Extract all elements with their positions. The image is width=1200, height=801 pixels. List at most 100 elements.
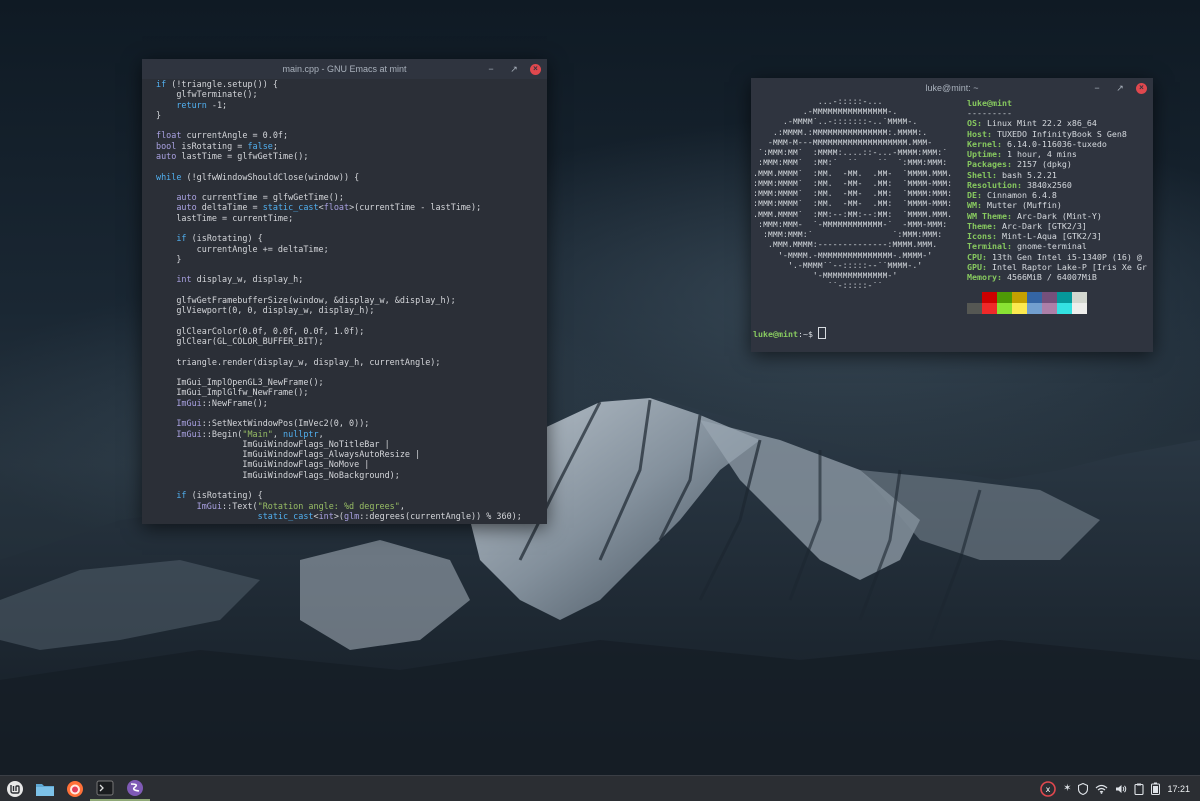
emacs-launcher[interactable] [120,776,150,801]
info-row: Resolution: 3840x2560 [967,180,1147,190]
prompt-user-host: luke@mint [753,328,798,339]
palette-swatch [1072,303,1087,315]
info-value: bash 5.2.21 [996,169,1057,180]
info-value: 1 hour, 4 mins [1001,149,1077,160]
info-row: Uptime: 1 hour, 4 mins [967,149,1147,159]
clipboard-icon[interactable] [1134,783,1145,795]
update-manager-icon[interactable]: x [1040,780,1056,797]
palette-swatch [997,303,1012,315]
terminal-window-title: luke@mint: ~ [925,83,979,93]
info-value: Cinnamon 6.4.8 [982,190,1057,201]
palette-swatch [1057,292,1072,304]
info-key: WM Theme: [967,210,1012,221]
info-value: 2157 (dpkg) [1011,159,1072,170]
info-key: CPU: [967,251,987,262]
info-key: Memory: [967,271,1002,282]
mint-menu-button[interactable] [0,776,30,801]
emacs-window[interactable]: main.cpp - GNU Emacs at mint − ↗ × if (!… [142,59,547,524]
info-value: Intel Raptor Lake-P [Iris Xe Gr [986,261,1147,272]
shell-prompt[interactable]: luke@mint:~$ [753,326,826,339]
info-key: OS: [967,118,982,129]
palette-swatch [1072,292,1087,304]
palette-swatch [982,292,997,304]
info-row: Kernel: 6.14.0-116036-tuxedo [967,139,1147,149]
emacs-icon [127,779,143,796]
palette-swatch [967,303,982,315]
close-button[interactable]: × [530,63,541,75]
info-row: GPU: Intel Raptor Lake-P [Iris Xe Gr [967,262,1147,272]
palette-swatch [1012,292,1027,304]
palette-swatch [1027,303,1042,315]
info-value: 3840x2560 [1021,179,1072,190]
info-row: CPU: 13th Gen Intel i5-1340P (16) @ [967,252,1147,262]
info-value: Linux Mint 22.2 x86_64 [982,118,1097,129]
info-row: Packages: 2157 (dpkg) [967,159,1147,169]
info-key: GPU: [967,261,987,272]
palette-swatch [1012,303,1027,315]
info-value: Arc-Dark [GTK2/3] [996,220,1087,231]
palette-swatch [1042,303,1057,315]
close-button[interactable]: × [1136,82,1147,94]
wifi-icon[interactable] [1095,784,1108,794]
info-value: 4566MiB / 64007MiB [1001,271,1097,282]
palette-swatch [1057,303,1072,315]
info-value: Mutter (Muffin) [982,200,1062,211]
info-key: Host: [967,128,992,139]
info-row: Shell: bash 5.2.21 [967,170,1147,180]
system-tray: x ✶ 17:21 [1040,776,1200,801]
info-key: Shell: [967,169,997,180]
maximize-button[interactable]: ↗ [1113,81,1127,95]
info-row: WM Theme: Arc-Dark (Mint-Y) [967,211,1147,221]
info-key: Terminal: [967,241,1012,252]
info-key: WM: [967,200,982,211]
info-row: Terminal: gnome-terminal [967,241,1147,251]
terminal-output[interactable]: ...-:::::-... .-MMMMMMMMMMMMMMM-. .-MMMM… [751,98,1153,352]
linux-mint-logo-icon [7,780,23,797]
emacs-editor-area[interactable]: if (!triangle.setup()) { glfwTerminate()… [142,79,547,524]
prompt-path: :~$ [797,328,818,339]
info-key: Theme: [967,220,997,231]
info-value: Arc-Dark (Mint-Y) [1011,210,1102,221]
folder-icon [36,783,54,796]
palette-swatch [967,292,982,304]
palette-swatch [1042,292,1057,304]
info-value: Mint-L-Aqua [GTK2/3] [996,231,1102,242]
terminal-icon [96,780,114,795]
info-key: Resolution: [967,179,1022,190]
info-row: Memory: 4566MiB / 64007MiB [967,272,1147,282]
bluetooth-icon[interactable]: ✶ [1063,783,1071,794]
info-row: Icons: Mint-L-Aqua [GTK2/3] [967,231,1147,241]
volume-icon[interactable] [1115,784,1127,794]
neofetch-separator: --------- [967,108,1012,119]
taskbar-panel: x ✶ 17:21 [0,775,1200,801]
info-row: OS: Linux Mint 22.2 x86_64 [967,118,1147,128]
info-value: TUXEDO InfinityBook S Gen8 [991,128,1127,139]
emacs-titlebar[interactable]: main.cpp - GNU Emacs at mint − ↗ × [142,59,547,79]
info-row: Host: TUXEDO InfinityBook S Gen8 [967,129,1147,139]
info-value: 13th Gen Intel i5-1340P (16) @ [986,251,1142,262]
info-key: DE: [967,190,982,201]
text-cursor [817,326,826,339]
palette-swatch [997,292,1012,304]
battery-icon[interactable] [1151,782,1161,795]
minimize-button[interactable]: − [1090,81,1104,95]
firefox-launcher[interactable] [60,776,90,801]
info-row: WM: Mutter (Muffin) [967,200,1147,210]
files-launcher[interactable] [30,776,60,801]
info-key: Uptime: [967,149,1002,160]
firefox-icon [67,780,83,797]
terminal-titlebar[interactable]: luke@mint: ~ − ↗ × [751,78,1153,98]
svg-text:x: x [1046,785,1051,794]
color-palette [967,292,1087,315]
info-row: Theme: Arc-Dark [GTK2/3] [967,221,1147,231]
source-code: if (!triangle.setup()) { glfwTerminate()… [156,79,522,521]
shield-icon[interactable] [1078,782,1089,795]
minimize-button[interactable]: − [484,62,498,76]
maximize-button[interactable]: ↗ [507,62,521,76]
info-value: gnome-terminal [1011,241,1087,252]
clock[interactable]: 17:21 [1167,784,1190,794]
mint-ascii-logo: ...-:::::-... .-MMMMMMMMMMMMMMM-. .-MMMM… [753,98,953,292]
terminal-launcher[interactable] [90,776,120,801]
terminal-window[interactable]: luke@mint: ~ − ↗ × ...-:::::-... .-MMMMM… [751,78,1153,352]
info-row: DE: Cinnamon 6.4.8 [967,190,1147,200]
